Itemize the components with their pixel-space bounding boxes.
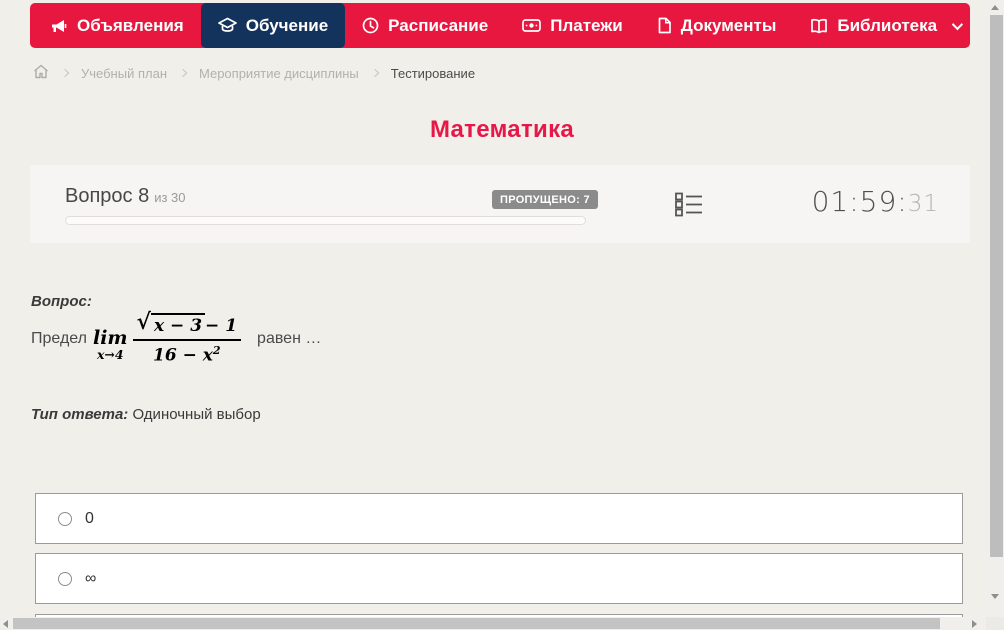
book-icon	[810, 18, 828, 34]
question-header-bar: Вопрос 8 из 30 ПРОПУЩЕНО: 7 01:59:31	[30, 165, 970, 243]
page-title: Математика	[429, 116, 575, 143]
vertical-scrollbar[interactable]	[986, 0, 1004, 617]
nav-item-label: Документы	[680, 15, 777, 35]
fraction-denominator: 16 − x2	[153, 343, 221, 366]
question-text: Предел lim x→4 √ x − 3− 1 16 − x2 равен …	[31, 308, 321, 370]
option-label: 0	[85, 509, 94, 527]
home-icon[interactable]	[33, 64, 49, 82]
question-total: из 30	[154, 190, 186, 205]
question-number: Вопрос 8 из 30	[65, 185, 186, 207]
nav-item-label: Библиотека	[837, 15, 938, 35]
nav-item-schedule[interactable]: Расписание	[345, 3, 505, 48]
vertical-scrollbar-thumb[interactable]	[990, 15, 1003, 557]
top-navbar: Объявления Обучение Расписание Платежи Д…	[30, 3, 970, 48]
radio-button[interactable]	[58, 511, 72, 526]
horizontal-scrollbar[interactable]	[0, 617, 986, 630]
question-suffix: равен …	[257, 330, 322, 347]
breadcrumb-testing: Тестирование	[390, 65, 476, 81]
nav-item-education[interactable]: Обучение	[200, 3, 346, 48]
nav-item-label: Платежи	[550, 15, 623, 35]
answer-type: Тип ответа: Одиночный выбор	[31, 406, 261, 423]
clock-icon	[362, 17, 379, 34]
question-list-icon[interactable]	[675, 192, 703, 222]
question-prefix: Предел	[31, 330, 87, 347]
answer-type-value: Одиночный выбор	[132, 406, 261, 423]
answer-type-label: Тип ответа:	[31, 406, 129, 423]
nav-item-label: Расписание	[388, 15, 489, 35]
progress-bar	[65, 216, 586, 225]
breadcrumb-separator-icon	[370, 68, 380, 78]
timer-main: 01:59:	[811, 185, 908, 218]
nav-item-library[interactable]: Библиотека	[793, 3, 977, 48]
breadcrumb-separator-icon	[60, 68, 70, 78]
nav-item-documents[interactable]: Документы	[640, 3, 794, 48]
horizontal-scrollbar-thumb[interactable]	[13, 618, 940, 629]
option-label: ∞	[85, 569, 97, 587]
breadcrumb: Учебный план Мероприятие дисциплины Тест…	[33, 63, 475, 83]
timer: 01:59:31	[812, 185, 939, 218]
timer-seconds: 31	[907, 191, 939, 217]
breadcrumb-discipline-event[interactable]: Мероприятие дисциплины	[199, 66, 359, 81]
skipped-badge: ПРОПУЩЕНО: 7	[492, 190, 598, 209]
breadcrumb-separator-icon	[178, 68, 188, 78]
nav-item-announcements[interactable]: Объявления	[34, 3, 201, 48]
sqrt-icon: √	[136, 308, 151, 335]
answer-option[interactable]: ∞	[35, 553, 963, 604]
nav-item-payments[interactable]: Платежи	[505, 3, 640, 48]
math-formula: lim x→4 √ x − 3− 1 16 − x2	[92, 308, 242, 366]
nav-item-label: Объявления	[77, 15, 184, 35]
payment-card-icon	[522, 18, 542, 33]
scroll-up-icon[interactable]	[991, 5, 999, 10]
answer-option[interactable]: 0	[35, 493, 963, 544]
scroll-right-icon[interactable]	[972, 620, 977, 628]
graduation-cap-icon	[217, 17, 237, 34]
scroll-left-icon[interactable]	[3, 620, 8, 628]
breadcrumb-curriculum[interactable]: Учебный план	[81, 66, 167, 81]
nav-item-label: Обучение	[245, 15, 329, 35]
document-icon	[657, 17, 672, 34]
fraction-numerator: √ x − 3− 1	[132, 308, 242, 341]
scroll-down-icon[interactable]	[991, 594, 999, 599]
chevron-down-icon	[951, 18, 964, 30]
scrollbar-corner	[986, 617, 1004, 630]
megaphone-icon	[51, 18, 68, 34]
radio-button[interactable]	[58, 571, 72, 586]
limit-operator: lim x→4	[92, 326, 128, 362]
fraction: √ x − 3− 1 16 − x2	[132, 308, 242, 366]
